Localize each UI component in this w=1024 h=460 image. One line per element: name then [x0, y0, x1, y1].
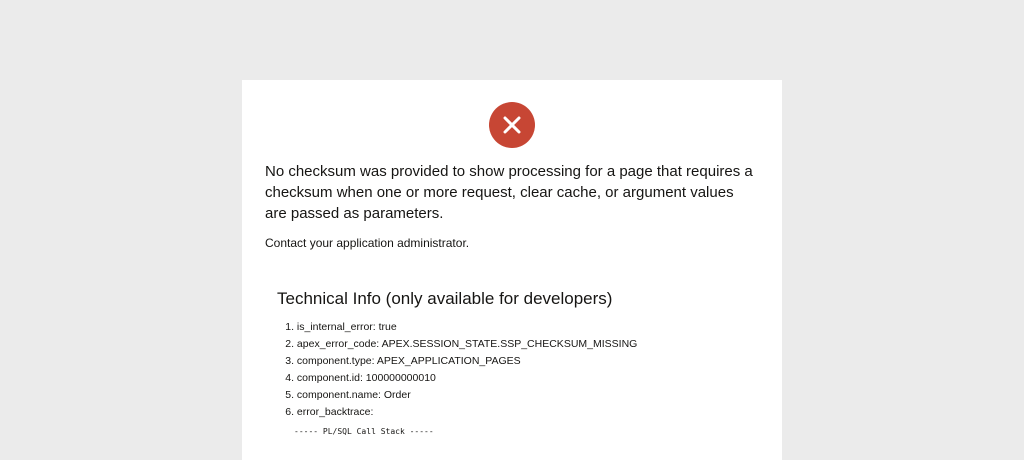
list-item-text: apex_error_code: APEX.SESSION_STATE.SSP_… [296, 338, 638, 350]
technical-info-title: Technical Info (only available for devel… [277, 289, 613, 308]
list-item-number: 2. [285, 338, 294, 350]
list-item: 5. component.name: Order [277, 387, 637, 404]
error-backtrace: ----- PL/SQL Call Stack ----- [294, 427, 434, 436]
contact-message: Contact your application administrator. [265, 236, 470, 250]
error-card: No checksum was provided to show process… [242, 80, 782, 460]
list-item-number: 4. [285, 372, 294, 384]
list-item: 4. component.id: 100000000010 [277, 370, 637, 387]
list-item-text: error_backtrace: [296, 406, 374, 418]
list-item: 2. apex_error_code: APEX.SESSION_STATE.S… [277, 336, 637, 353]
list-item-number: 3. [285, 355, 294, 367]
list-item-text: component.type: APEX_APPLICATION_PAGES [296, 355, 521, 367]
list-item-number: 6. [285, 406, 294, 418]
error-message: No checksum was provided to show process… [265, 163, 753, 222]
list-item-text: component.id: 100000000010 [296, 372, 436, 384]
list-item-number: 1. [285, 321, 294, 333]
close-icon [489, 102, 535, 148]
list-item-number: 5. [285, 389, 294, 401]
list-item-text: component.name: Order [296, 389, 411, 401]
technical-info-list: 1. is_internal_error: true 2. apex_error… [277, 319, 637, 421]
list-item-text: is_internal_error: true [296, 321, 397, 333]
list-item: 6. error_backtrace: [277, 404, 637, 421]
list-item: 1. is_internal_error: true [277, 319, 637, 336]
list-item: 3. component.type: APEX_APPLICATION_PAGE… [277, 353, 637, 370]
